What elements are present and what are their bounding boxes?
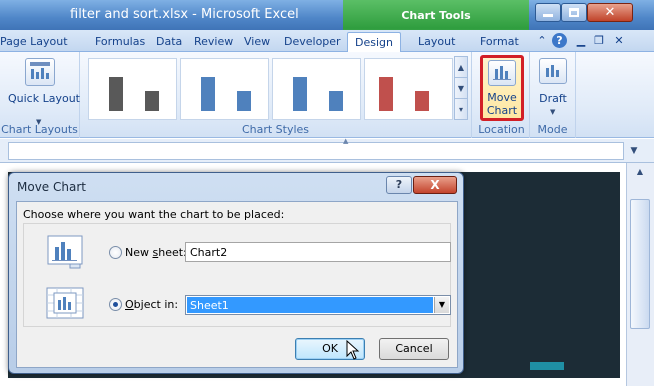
chart-bar bbox=[530, 362, 564, 370]
quick-layout-button[interactable]: Quick Layout ▼ bbox=[8, 56, 80, 126]
new-sheet-label-part: New bbox=[125, 246, 153, 259]
style-bar bbox=[415, 91, 429, 111]
quick-layout-label: Quick Layout bbox=[8, 92, 80, 105]
workbook-close-icon[interactable]: ✕ bbox=[612, 34, 626, 48]
mode-group-label: Mode bbox=[537, 123, 568, 136]
style-bar bbox=[293, 77, 307, 111]
chart-tools-label: Chart Tools bbox=[401, 9, 471, 22]
object-in-icon bbox=[45, 287, 85, 321]
workbook-minimize-icon[interactable]: ▁ bbox=[574, 34, 588, 48]
dialog-prompt: Choose where you want the chart to be pl… bbox=[23, 208, 285, 221]
close-icon: ✕ bbox=[604, 5, 616, 20]
chart-style-thumbnail[interactable] bbox=[272, 58, 361, 120]
object-in-radio[interactable] bbox=[109, 298, 122, 311]
minimize-ribbon-icon[interactable]: ⌃ bbox=[536, 34, 548, 48]
expand-formula-bar-icon[interactable]: ▼ bbox=[627, 143, 641, 159]
scroll-down-icon[interactable]: ▼ bbox=[455, 78, 467, 99]
scrollbar-thumb[interactable] bbox=[630, 199, 650, 329]
radio-selected-dot bbox=[113, 302, 118, 307]
minimize-icon bbox=[543, 14, 553, 17]
chart-styles-scrollbar[interactable]: ▲ ▼ ▾ bbox=[454, 56, 468, 120]
tab-review[interactable]: Review bbox=[194, 33, 233, 52]
style-bar bbox=[237, 91, 251, 111]
chart-styles-group-label: Chart Styles bbox=[241, 123, 310, 136]
chart-style-thumbnail[interactable] bbox=[364, 58, 453, 120]
style-bar bbox=[145, 91, 159, 111]
dropdown-arrow-icon[interactable]: ▼ bbox=[434, 297, 449, 313]
cancel-button[interactable]: Cancel bbox=[379, 338, 449, 360]
splitter-icon[interactable]: ▲ bbox=[343, 138, 349, 145]
style-bar bbox=[329, 91, 343, 111]
ribbon-window-controls: ⌃ ? ▁ ❐ ✕ bbox=[528, 30, 654, 52]
mouse-pointer-icon bbox=[346, 339, 360, 360]
dialog-help-button[interactable]: ? bbox=[386, 176, 412, 194]
new-sheet-label-part: heet: bbox=[158, 246, 187, 259]
mode-group: Draft ▼ Mode bbox=[530, 52, 576, 138]
more-styles-icon[interactable]: ▾ bbox=[455, 99, 467, 120]
new-sheet-name-field[interactable]: Chart2 bbox=[185, 242, 451, 262]
tab-format[interactable]: Format bbox=[480, 33, 519, 52]
move-chart-label-text: Move Chart bbox=[486, 91, 518, 117]
object-in-label-accelerator: O bbox=[125, 298, 134, 311]
dropdown-arrow-icon: ▼ bbox=[550, 108, 556, 116]
draft-icon bbox=[539, 58, 567, 84]
scroll-up-icon[interactable]: ▲ bbox=[631, 167, 649, 181]
tab-developer[interactable]: Developer bbox=[284, 33, 341, 52]
location-group: Move Chart Location bbox=[474, 52, 530, 138]
dialog-title: Move Chart bbox=[17, 180, 86, 194]
dialog-body: Choose where you want the chart to be pl… bbox=[16, 201, 458, 368]
move-chart-dialog: Move Chart ? X Choose where you want the… bbox=[8, 172, 464, 374]
tab-layout[interactable]: Layout bbox=[418, 33, 455, 52]
ribbon: Quick Layout ▼ Chart Layouts ▲ ▼ ▾ Chart… bbox=[0, 52, 654, 138]
vertical-scrollbar[interactable]: ▲ bbox=[626, 163, 654, 386]
object-in-label: Object in: bbox=[125, 298, 178, 311]
formula-bar: ▼ bbox=[0, 139, 654, 163]
style-bar bbox=[109, 77, 123, 111]
chart-styles-group: ▲ ▼ ▾ Chart Styles bbox=[80, 52, 472, 138]
tab-design[interactable]: Design bbox=[347, 32, 401, 53]
tab-data[interactable]: Data bbox=[156, 33, 182, 52]
tab-formulas[interactable]: Formulas bbox=[95, 33, 145, 52]
chart-style-thumbnail[interactable] bbox=[180, 58, 269, 120]
close-window-button[interactable]: ✕ bbox=[587, 3, 633, 22]
move-chart-button[interactable]: Move Chart bbox=[480, 55, 524, 121]
draft-label: Draft bbox=[539, 92, 567, 105]
new-sheet-icon bbox=[45, 235, 85, 269]
move-chart-icon bbox=[488, 60, 516, 86]
location-group-label: Location bbox=[478, 123, 525, 136]
chart-style-thumbnail[interactable] bbox=[88, 58, 177, 120]
chart-layouts-group-label: Chart Layouts bbox=[1, 123, 78, 136]
tab-page-layout[interactable]: Page Layout bbox=[0, 33, 68, 52]
object-in-dropdown[interactable]: Sheet1 ▼ bbox=[185, 295, 451, 315]
maximize-icon bbox=[569, 8, 579, 17]
style-bar bbox=[201, 77, 215, 111]
draft-button[interactable]: Draft ▼ bbox=[533, 56, 573, 122]
workbook-restore-icon[interactable]: ❐ bbox=[592, 34, 606, 48]
new-sheet-label: New sheet: bbox=[125, 246, 187, 259]
window-title: filter and sort.xlsx - Microsoft Excel bbox=[70, 7, 299, 22]
new-sheet-radio[interactable] bbox=[109, 246, 122, 259]
help-icon[interactable]: ? bbox=[552, 33, 567, 48]
style-bar bbox=[379, 77, 393, 111]
move-chart-label: Move Chart bbox=[483, 91, 521, 117]
scroll-up-icon[interactable]: ▲ bbox=[455, 57, 467, 78]
object-in-label-part: bject in: bbox=[133, 298, 179, 311]
chart-layouts-group: Quick Layout ▼ Chart Layouts bbox=[0, 52, 80, 138]
object-in-selected-value: Sheet1 bbox=[187, 297, 433, 313]
dialog-close-button[interactable]: X bbox=[413, 176, 457, 194]
tab-view[interactable]: View bbox=[244, 33, 270, 52]
formula-input[interactable] bbox=[8, 142, 624, 160]
minimize-button[interactable] bbox=[535, 3, 561, 22]
quick-layout-icon bbox=[25, 58, 55, 86]
maximize-button[interactable] bbox=[561, 3, 587, 22]
